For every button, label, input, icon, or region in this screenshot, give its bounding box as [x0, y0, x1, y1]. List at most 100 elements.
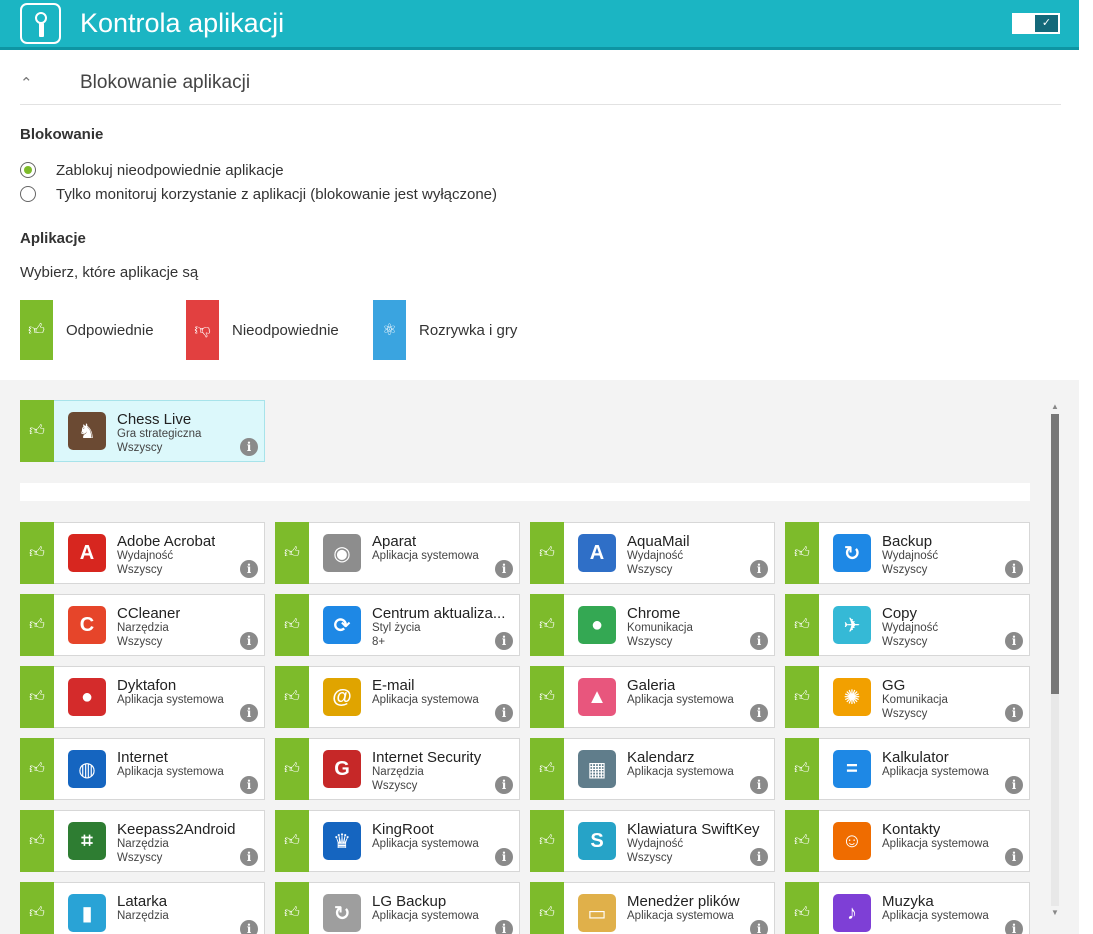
thumbs-up-icon[interactable]: 👍︎	[530, 810, 564, 872]
thumbs-up-icon[interactable]: 👍︎	[530, 882, 564, 934]
info-icon[interactable]: i	[495, 704, 513, 722]
app-card[interactable]: 👍︎ ⟳ Centrum aktualiza... Styl życia 8+ i	[275, 594, 520, 656]
thumbs-up-icon[interactable]: 👍︎	[275, 810, 309, 872]
section-header[interactable]: ⌃ Blokowanie aplikacji	[20, 66, 1061, 105]
info-icon[interactable]: i	[240, 848, 258, 866]
app-category: Wydajność	[117, 550, 174, 562]
thumbs-up-icon[interactable]: 👍︎	[530, 666, 564, 728]
app-card[interactable]: 👍︎ ● Chrome Komunikacja Wszyscy i	[530, 594, 775, 656]
thumbs-up-icon[interactable]: 👍︎	[275, 522, 309, 584]
thumbs-up-icon[interactable]: 👍︎	[785, 666, 819, 728]
app-card[interactable]: 👍︎ A Adobe Acrobat Wydajność Wszyscy i	[20, 522, 265, 584]
radio-monitor-only[interactable]: Tylko monitoruj korzystanie z aplikacji …	[20, 184, 497, 204]
thumbs-up-icon[interactable]: 👍︎	[785, 522, 819, 584]
info-icon[interactable]: i	[240, 920, 258, 934]
info-icon[interactable]: i	[1005, 632, 1023, 650]
radio-button-selected[interactable]	[20, 162, 36, 178]
scroll-down-icon[interactable]: ▼	[1051, 908, 1059, 917]
info-icon[interactable]: i	[495, 776, 513, 794]
thumbs-up-icon[interactable]: 👍︎	[20, 882, 54, 934]
app-card[interactable]: 👍︎ ◍ Internet Aplikacja systemowa i	[20, 738, 265, 800]
app-card[interactable]: 👍︎ ▮ Latarka Narzędzia i	[20, 882, 265, 934]
info-icon[interactable]: i	[750, 704, 768, 722]
app-card[interactable]: 👍︎ S Klawiatura SwiftKey Wydajność Wszyscy i	[530, 810, 775, 872]
info-icon[interactable]: i	[750, 632, 768, 650]
thumbs-up-icon[interactable]: 👍︎	[20, 522, 54, 584]
thumbs-up-icon[interactable]: 👍︎	[785, 882, 819, 934]
app-name: Keepass2Android	[117, 821, 236, 838]
info-icon[interactable]: i	[240, 632, 258, 650]
info-icon[interactable]: i	[240, 704, 258, 722]
thumbs-up-icon[interactable]: 👍︎	[20, 738, 54, 800]
thumbs-up-icon[interactable]: 👍︎	[275, 666, 309, 728]
info-icon[interactable]: i	[495, 920, 513, 934]
thumbs-up-icon[interactable]: 👍︎	[785, 594, 819, 656]
thumbs-up-icon[interactable]: 👍︎	[785, 738, 819, 800]
thumbs-up-icon[interactable]: 👍︎	[20, 810, 54, 872]
thumbs-up-icon[interactable]: 👍︎	[530, 738, 564, 800]
info-icon[interactable]: i	[495, 560, 513, 578]
info-icon[interactable]: i	[750, 560, 768, 578]
radio-block-inappropriate[interactable]: Zablokuj nieodpowiednie aplikacje	[20, 160, 284, 180]
thumbs-up-icon[interactable]: 👍︎	[275, 594, 309, 656]
app-icon: ↻	[323, 894, 361, 932]
app-icon: ◉	[323, 534, 361, 572]
app-icon: ▲	[578, 678, 616, 716]
app-card[interactable]: 👍︎ ✺ GG Komunikacja Wszyscy i	[785, 666, 1030, 728]
app-header: Kontrola aplikacji ✓	[0, 0, 1079, 50]
app-card-chess-live[interactable]: 👍︎ ♞ Chess Live Gra strategiczna Wszyscy…	[20, 400, 265, 462]
app-icon: ⌗	[68, 822, 106, 860]
info-icon[interactable]: i	[1005, 704, 1023, 722]
info-icon[interactable]: i	[495, 848, 513, 866]
app-card[interactable]: 👍︎ ● Dyktafon Aplikacja systemowa i	[20, 666, 265, 728]
app-card[interactable]: 👍︎ = Kalkulator Aplikacja systemowa i	[785, 738, 1030, 800]
app-category: Komunikacja	[882, 694, 948, 706]
app-card[interactable]: 👍︎ ↻ Backup Wydajność Wszyscy i	[785, 522, 1030, 584]
thumbs-up-icon[interactable]: 👍︎	[20, 666, 54, 728]
thumbs-up-icon[interactable]: 👍︎	[530, 594, 564, 656]
app-card[interactable]: 👍︎ ▲ Galeria Aplikacja systemowa i	[530, 666, 775, 728]
info-icon[interactable]: i	[1005, 920, 1023, 934]
blocking-label: Blokowanie	[20, 126, 104, 143]
info-icon[interactable]: i	[750, 848, 768, 866]
app-card[interactable]: 👍︎ ▦ Kalendarz Aplikacja systemowa i	[530, 738, 775, 800]
thumbs-up-icon[interactable]: 👍︎	[530, 522, 564, 584]
thumbs-up-icon[interactable]: 👍︎	[275, 738, 309, 800]
info-icon[interactable]: i	[1005, 776, 1023, 794]
thumbs-up-icon[interactable]: 👍︎	[20, 594, 54, 656]
app-icon: =	[833, 750, 871, 788]
app-card[interactable]: 👍︎ ↻ LG Backup Aplikacja systemowa i	[275, 882, 520, 934]
app-card[interactable]: 👍︎ ⌗ Keepass2Android Narzędzia Wszyscy i	[20, 810, 265, 872]
thumbs-up-icon[interactable]: 👍︎	[275, 882, 309, 934]
info-icon[interactable]: i	[240, 438, 258, 456]
app-card[interactable]: 👍︎ ☺ Kontakty Aplikacja systemowa i	[785, 810, 1030, 872]
app-icon: S	[578, 822, 616, 860]
app-icon: A	[578, 534, 616, 572]
app-card[interactable]: 👍︎ C CCleaner Narzędzia Wszyscy i	[20, 594, 265, 656]
feature-toggle[interactable]: ✓	[1012, 13, 1060, 34]
scrollbar-track[interactable]	[1051, 694, 1059, 906]
app-card[interactable]: 👍︎ ♛ KingRoot Aplikacja systemowa i	[275, 810, 520, 872]
app-card[interactable]: 👍︎ ✈ Copy Wydajność Wszyscy i	[785, 594, 1030, 656]
info-icon[interactable]: i	[750, 776, 768, 794]
info-icon[interactable]: i	[240, 560, 258, 578]
app-card[interactable]: 👍︎ A AquaMail Wydajność Wszyscy i	[530, 522, 775, 584]
app-card[interactable]: 👍︎ @ E-mail Aplikacja systemowa i	[275, 666, 520, 728]
info-icon[interactable]: i	[240, 776, 258, 794]
info-icon[interactable]: i	[1005, 560, 1023, 578]
app-card[interactable]: 👍︎ ♪ Muzyka Aplikacja systemowa i	[785, 882, 1030, 934]
app-category: Aplikacja systemowa	[372, 694, 479, 706]
app-card[interactable]: 👍︎ ▭ Menedżer plików Aplikacja systemowa i	[530, 882, 775, 934]
chevron-up-icon[interactable]: ⌃	[20, 74, 33, 92]
info-icon[interactable]: i	[1005, 848, 1023, 866]
app-card[interactable]: 👍︎ G Internet Security Narzędzia Wszyscy i	[275, 738, 520, 800]
info-icon[interactable]: i	[495, 632, 513, 650]
info-icon[interactable]: i	[750, 920, 768, 934]
scroll-up-icon[interactable]: ▲	[1051, 402, 1059, 411]
thumbs-up-icon[interactable]: 👍︎	[20, 400, 54, 462]
app-card[interactable]: 👍︎ ◉ Aparat Aplikacja systemowa i	[275, 522, 520, 584]
radio-button[interactable]	[20, 186, 36, 202]
app-name: E-mail	[372, 677, 415, 694]
scrollbar-thumb[interactable]	[1051, 414, 1059, 694]
thumbs-up-icon[interactable]: 👍︎	[785, 810, 819, 872]
